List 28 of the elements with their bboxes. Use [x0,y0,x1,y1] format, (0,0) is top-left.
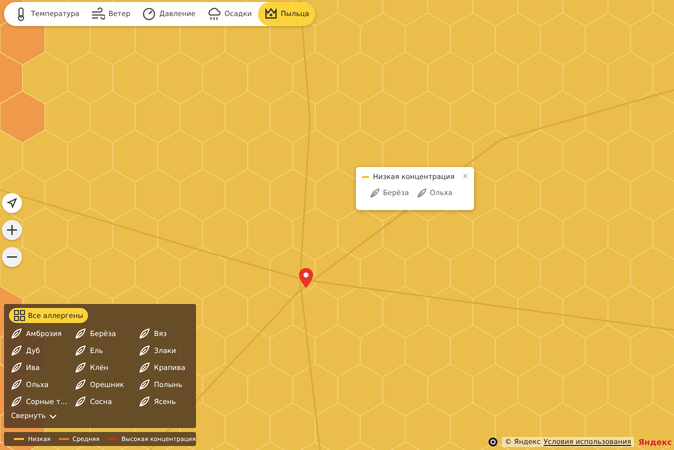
leaf-icon [11,396,22,407]
plus-icon [7,225,17,235]
yandex-logo: Яндекс [638,438,673,446]
leaf-icon [75,345,86,356]
crown-icon [264,7,278,21]
location-arrow-icon [7,198,17,208]
leaf-icon [75,328,86,339]
leaf-icon [75,362,86,373]
chevron-down-icon [48,414,57,418]
leaf-icon [416,188,427,198]
gauge-icon [142,7,156,21]
cloud-rain-icon [207,7,222,21]
leaf-icon [139,396,150,407]
leaf-icon [139,345,150,356]
leaf-icon [11,362,22,373]
wind-icon [91,7,106,21]
map-pin-icon [299,268,313,288]
leaf-icon [11,328,22,339]
leaf-icon [370,188,380,198]
leaf-icon [11,379,22,390]
leaf-icon [139,362,150,373]
leaf-icon [139,379,150,390]
leaf-icon [139,328,150,339]
leaf-icon [75,396,86,407]
leaf-icon [75,379,86,390]
location-dot-icon [488,437,498,447]
grid-icon [14,310,25,321]
leaf-icon [11,345,22,356]
